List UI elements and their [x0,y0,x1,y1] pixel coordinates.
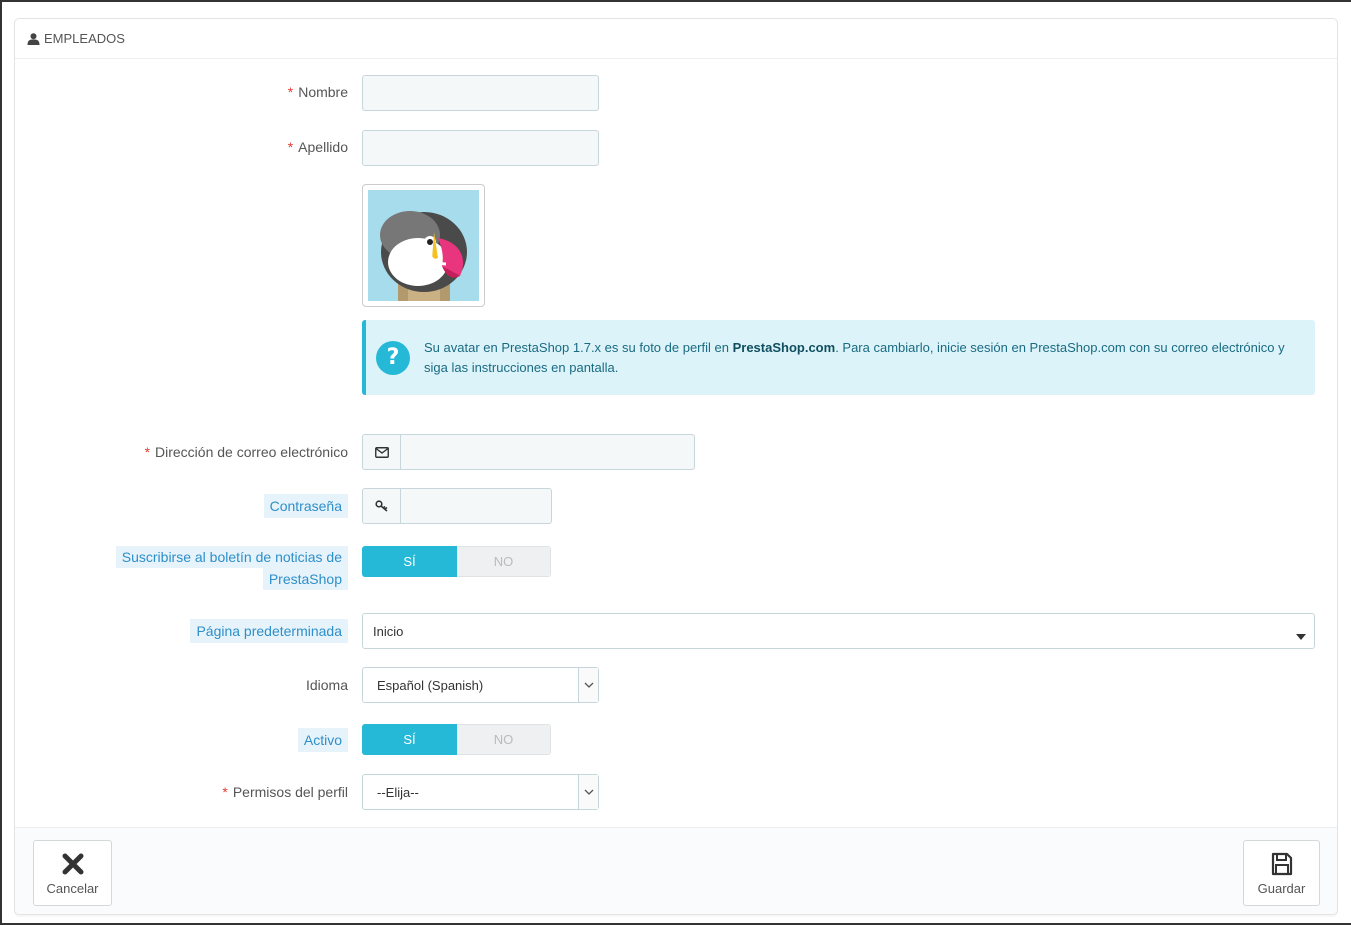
active-row: Activo SÍ NO [15,724,1337,755]
newsletter-no-option[interactable]: NO [457,546,551,577]
first-name-input[interactable] [362,75,599,111]
avatar [362,184,485,307]
email-field[interactable] [400,434,695,470]
required-marker: * [144,444,151,460]
cancel-label: Cancelar [46,880,99,896]
close-icon [62,851,84,877]
required-marker: * [222,784,228,800]
language-row: Idioma Español (Spanish) [15,667,1337,703]
profile-select[interactable]: --Elija-- [362,774,599,810]
active-toggle[interactable]: SÍ NO [362,724,551,755]
profile-label: * Permisos del perfil [222,784,348,800]
profile-row: * Permisos del perfil --Elija-- [15,774,1337,810]
last-name-input[interactable] [362,130,599,166]
active-yes-option[interactable]: SÍ [362,724,457,755]
panel-footer: Cancelar Guardar [15,827,1337,914]
envelope-icon [362,434,400,470]
floppy-disk-icon [1271,851,1293,877]
puffin-avatar-image [368,190,479,301]
required-marker: * [287,139,294,155]
email-label: * Dirección de correo electrónico [144,444,348,460]
language-select[interactable]: Español (Spanish) [362,667,599,703]
avatar-info-text: Su avatar en PrestaShop 1.7.x es su foto… [424,339,1285,375]
default-page-select[interactable]: Inicio [362,613,1315,649]
email-input-group [362,434,695,470]
active-label: Activo [297,728,348,752]
user-icon [27,32,40,45]
panel-heading: EMPLEADOS [15,19,1337,59]
last-name-label: * Apellido [287,139,348,155]
language-label: Idioma [305,677,348,693]
newsletter-yes-option[interactable]: SÍ [362,546,457,577]
panel-title: EMPLEADOS [44,31,125,46]
email-row: * Dirección de correo electrónico [15,434,1337,470]
newsletter-label: Suscribirse al boletín de noticias de Pr… [115,546,348,590]
chevron-down-icon [578,668,598,702]
last-name-row: * Apellido [15,130,1337,166]
first-name-label: * Nombre [287,84,348,100]
prestashop-link-text: PrestaShop.com [732,339,836,355]
required-marker: * [287,84,294,100]
avatar-info-alert: ? Su avatar en PrestaShop 1.7.x es su fo… [362,320,1315,395]
key-icon [362,488,400,524]
password-input-group [362,488,552,524]
caret-down-icon [1296,628,1306,643]
save-label: Guardar [1257,880,1306,896]
active-no-option[interactable]: NO [457,724,551,755]
cancel-button[interactable]: Cancelar [33,840,112,906]
employees-panel: EMPLEADOS * Nombre * Apellido ? Su avata… [14,18,1338,915]
password-label: Contraseña [263,494,348,518]
default-page-row: Página predeterminada Inicio [15,613,1337,649]
question-circle-icon: ? [376,340,410,375]
default-page-label: Página predeterminada [190,619,348,643]
save-button[interactable]: Guardar [1243,840,1320,906]
newsletter-row: Suscribirse al boletín de noticias de Pr… [15,545,1337,595]
chevron-down-icon [578,775,598,809]
newsletter-toggle[interactable]: SÍ NO [362,546,551,577]
password-field[interactable] [400,488,552,524]
password-row: Contraseña [15,488,1337,524]
first-name-row: * Nombre [15,75,1337,111]
